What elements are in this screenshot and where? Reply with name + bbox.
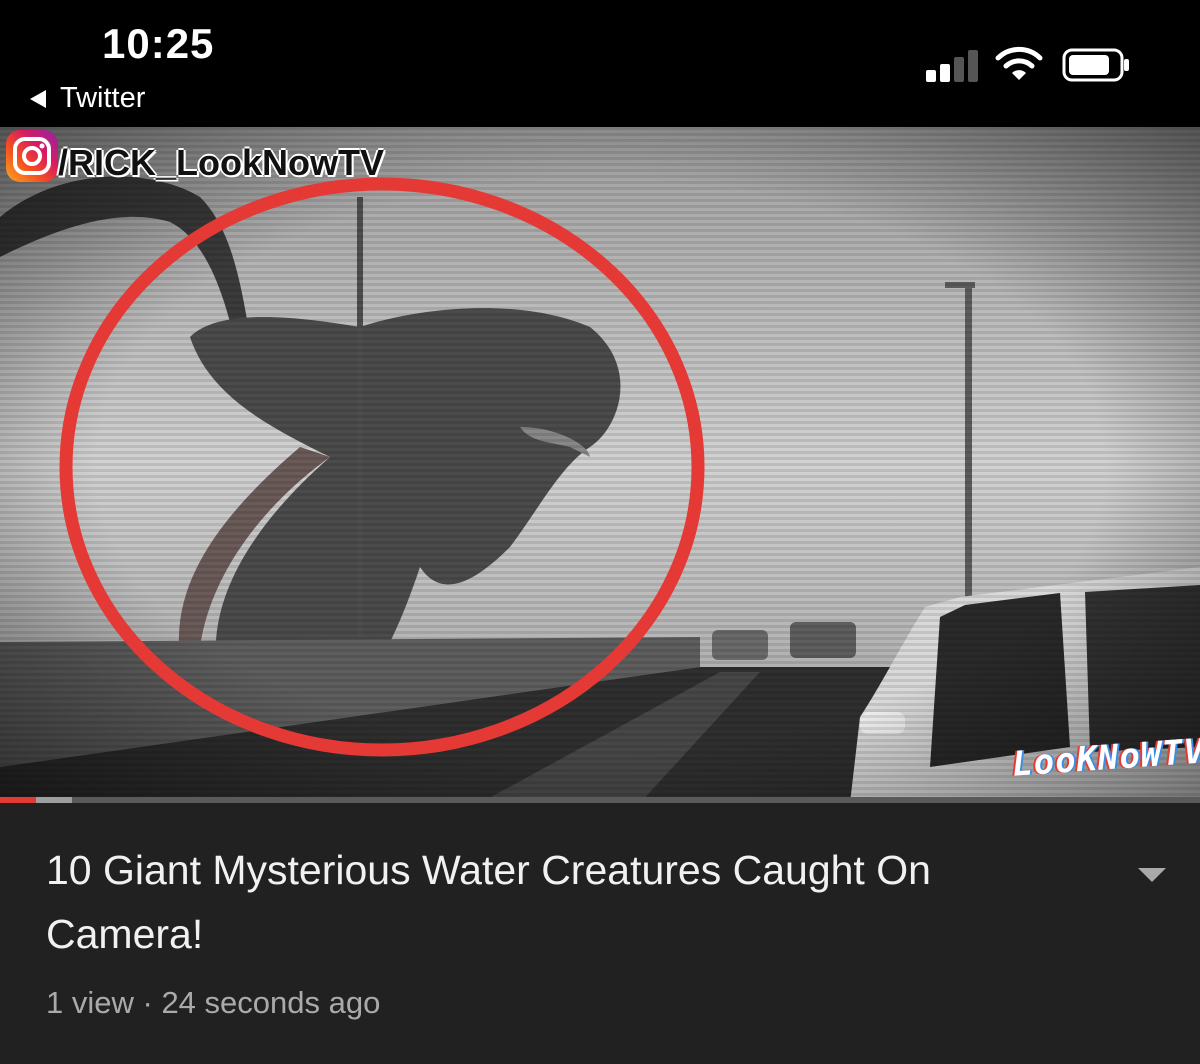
status-bar: 10:25 Twitter [0,0,1200,127]
wifi-icon [995,46,1043,80]
video-meta: 1 view · 24 seconds ago [46,985,380,1021]
video-player[interactable] [0,127,1200,803]
battery-icon [1062,48,1129,82]
back-to-twitter-button[interactable]: Twitter [30,82,145,115]
view-count: 1 view [46,985,134,1020]
chevron-down-icon[interactable] [1138,868,1166,882]
status-time: 10:25 [102,20,215,67]
back-label: Twitter [60,82,146,114]
overlay-handle: /RICK_LookNowTV [58,142,385,183]
meta-separator: · [133,985,162,1020]
upload-age: 24 seconds ago [161,985,381,1020]
instagram-icon [6,130,58,182]
video-title: 10 Giant Mysterious Water Creatures Caug… [46,847,931,957]
progress-played [0,797,36,803]
back-arrow-icon [30,89,46,108]
video-frame [0,127,1200,803]
progress-buffer [36,797,72,803]
signal-icon [926,48,980,82]
video-progress-bar[interactable] [0,797,1200,803]
